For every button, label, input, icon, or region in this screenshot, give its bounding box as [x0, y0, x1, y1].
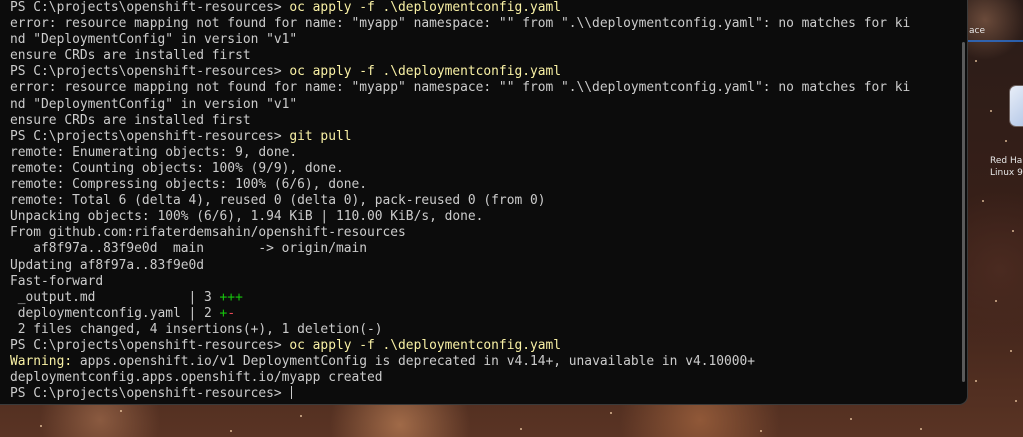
output-text: af8f97a..83f9e0d main -> origin/main	[10, 241, 367, 257]
terminal-line: _output.md | 3 +++	[10, 290, 967, 306]
output-text: ensure CRDs are installed first	[10, 112, 251, 128]
wallpaper-star	[982, 200, 984, 202]
wallpaper-star	[610, 412, 612, 414]
terminal-line: Updating af8f97a..83f9e0d	[10, 258, 967, 274]
wallpaper-star	[920, 428, 922, 430]
terminal-line: nd "DeploymentConfig" in version "v1"	[10, 97, 967, 113]
terminal-line: ensure CRDs are installed first	[10, 48, 967, 64]
diffstat-deletions: -	[227, 305, 236, 321]
output-text: Updating af8f97a..83f9e0d	[10, 257, 205, 273]
terminal-line: remote: Compressing objects: 100% (6/6),…	[10, 177, 967, 193]
terminal-line: PS C:\projects\openshift-resources> oc a…	[10, 64, 967, 80]
terminal-line: 2 files changed, 4 insertions(+), 1 dele…	[10, 322, 967, 338]
wallpaper-star	[120, 410, 122, 412]
terminal-output: PS C:\projects\openshift-resources> oc a…	[0, 0, 967, 402]
warning-label: Warning:	[10, 354, 73, 370]
terminal-line: PS C:\projects\openshift-resources>	[10, 386, 967, 402]
diffstat-file: deploymentconfig.yaml | 2	[10, 305, 220, 321]
wallpaper-star	[995, 300, 997, 302]
command-text: oc apply -f .\deploymentconfig.yaml	[289, 337, 562, 353]
output-text: remote: Compressing objects: 100% (6/6),…	[10, 177, 367, 193]
terminal-line: ensure CRDs are installed first	[10, 113, 967, 129]
output-text: Fast-forward	[10, 273, 104, 289]
wallpaper-star	[300, 415, 302, 417]
warning-text: apps.openshift.io/v1 DeploymentConfig is…	[72, 354, 756, 370]
prompt-text: PS C:\projects\openshift-resources>	[10, 337, 290, 353]
command-text: oc apply -f .\deploymentconfig.yaml	[289, 64, 562, 80]
terminal-window[interactable]: PS C:\projects\openshift-resources> oc a…	[0, 0, 967, 404]
terminal-line: remote: Enumerating objects: 9, done.	[10, 145, 967, 161]
text-cursor[interactable]	[291, 386, 293, 400]
terminal-scrollbar[interactable]	[962, 42, 965, 382]
output-text: 2 files changed, 4 insertions(+), 1 dele…	[10, 321, 383, 337]
desktop-corner-text: ace	[969, 26, 986, 36]
prompt-text: PS C:\projects\openshift-resources>	[10, 386, 290, 402]
wallpaper-accent	[968, 40, 1023, 42]
output-text: Unpacking objects: 100% (6/6), 1.94 KiB …	[10, 209, 484, 225]
prompt-text: PS C:\projects\openshift-resources>	[10, 0, 290, 15]
output-text: ensure CRDs are installed first	[10, 48, 251, 64]
output-text: remote: Enumerating objects: 9, done.	[10, 144, 298, 160]
diffstat-insertions: +++	[219, 289, 243, 305]
terminal-line: PS C:\projects\openshift-resources> oc a…	[10, 338, 967, 354]
wallpaper-star	[230, 430, 232, 432]
terminal-line: Warning: apps.openshift.io/v1 Deployment…	[10, 354, 967, 370]
wallpaper-star	[40, 425, 42, 427]
terminal-line: Unpacking objects: 100% (6/6), 1.94 KiB …	[10, 209, 967, 225]
command-text: git pull	[289, 128, 352, 144]
output-text: From github.com:rifaterdemsahin/openshif…	[10, 225, 406, 241]
terminal-line: remote: Total 6 (delta 4), reused 0 (del…	[10, 193, 967, 209]
output-text: remote: Counting objects: 100% (9/9), do…	[10, 160, 344, 176]
output-text: nd "DeploymentConfig" in version "v1"	[10, 32, 298, 48]
prompt-text: PS C:\projects\openshift-resources>	[10, 128, 290, 144]
wallpaper-star	[520, 428, 522, 430]
desktop-icon-label[interactable]: Red Ha Linux 9	[990, 155, 1023, 179]
wallpaper-star	[1012, 230, 1014, 232]
terminal-line: From github.com:rifaterdemsahin/openshif…	[10, 225, 967, 241]
wallpaper-star	[1010, 350, 1012, 352]
output-text: remote: Total 6 (delta 4), reused 0 (del…	[10, 193, 546, 209]
prompt-text: PS C:\projects\openshift-resources>	[10, 64, 290, 80]
command-text: oc apply -f .\deploymentconfig.yaml	[289, 0, 562, 15]
wallpaper-star	[975, 60, 977, 62]
desktop-icon-label-line2: Linux 9	[990, 168, 1023, 178]
wallpaper-star	[975, 380, 977, 382]
wallpaper-star	[850, 418, 852, 420]
diffstat-file: _output.md | 3	[10, 289, 220, 305]
output-text: error: resource mapping not found for na…	[10, 16, 911, 32]
terminal-line: PS C:\projects\openshift-resources> oc a…	[10, 0, 967, 16]
terminal-line: remote: Counting objects: 100% (9/9), do…	[10, 161, 967, 177]
terminal-line: af8f97a..83f9e0d main -> origin/main	[10, 241, 967, 257]
redhat-linux-shortcut-icon[interactable]	[1010, 86, 1023, 126]
output-text: nd "DeploymentConfig" in version "v1"	[10, 96, 298, 112]
wallpaper-star	[760, 430, 762, 432]
desktop-icon-label-line1: Red Ha	[990, 156, 1023, 166]
terminal-line: deploymentconfig.apps.openshift.io/myapp…	[10, 370, 967, 386]
wallpaper-star	[1005, 140, 1007, 142]
terminal-line: PS C:\projects\openshift-resources> git …	[10, 129, 967, 145]
terminal-line: error: resource mapping not found for na…	[10, 80, 967, 96]
wallpaper-star	[1015, 400, 1017, 402]
terminal-line: Fast-forward	[10, 274, 967, 290]
output-text: deploymentconfig.apps.openshift.io/myapp…	[10, 370, 383, 386]
terminal-line: error: resource mapping not found for na…	[10, 16, 967, 32]
terminal-line: deploymentconfig.yaml | 2 +-	[10, 306, 967, 322]
wallpaper-star	[990, 110, 992, 112]
output-text: error: resource mapping not found for na…	[10, 80, 911, 96]
terminal-line: nd "DeploymentConfig" in version "v1"	[10, 32, 967, 48]
